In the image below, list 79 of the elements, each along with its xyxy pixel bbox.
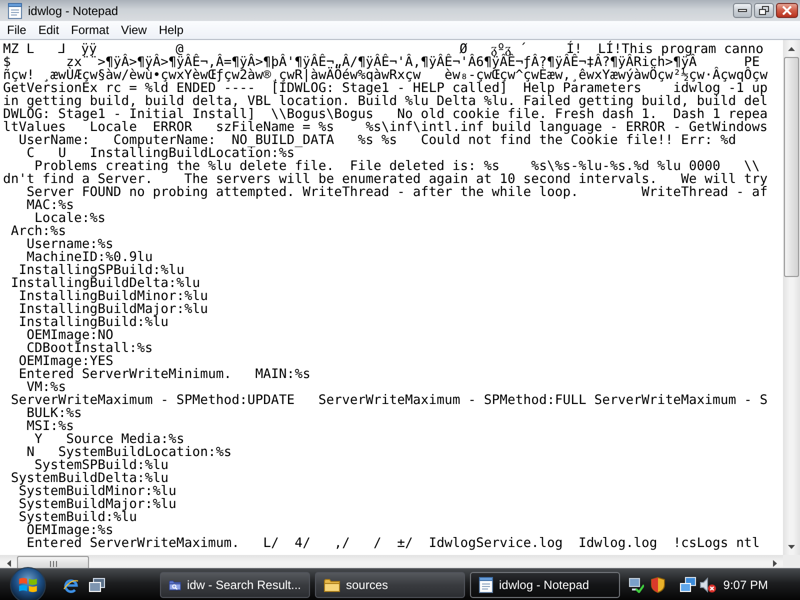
- text-line: MSI:%s: [26, 420, 74, 433]
- text-line: ltValues Locale ERROR szFileName = %s %s\inf\intl.inf build language - ERROR - GetWindows: [3, 121, 768, 134]
- start-button[interactable]: [10, 566, 46, 600]
- text-line: BULK:%s: [26, 407, 82, 420]
- text-line: GetVersionEx rc = %ld ENDED ---- [IDWLOG: Stage1 - HELP called] Help Parameters idwlog -1 up: [3, 82, 768, 95]
- taskbar-button[interactable]: idw - Search Result...: [160, 572, 310, 598]
- minimize-icon: [738, 9, 747, 12]
- text-line: VM:%s: [26, 381, 66, 394]
- scrollbar-thumb[interactable]: [17, 556, 89, 568]
- text-line: UserName: ComputerName: NO_BUILD_DATA %s %s Could not find the Cookie file!! Err: %d: [18, 134, 736, 147]
- notepad-icon: [479, 576, 493, 592]
- up-arrow-icon: [788, 46, 795, 50]
- tray-button[interactable]: [679, 576, 698, 594]
- text-line: ñçw! ¸æwÙÆçw§àw/èwù•çwxYèwŒƒçw2àw®¸çwR|àwÄÖéw%qàwRxçw èw₈-çwŒçw^çwÈæw,¸êwxYæwýàwÖçw²½çw·ÂçwqÔçw: [3, 69, 768, 82]
- text-line: dn't find a Server. The servers will be enumerated again at 10 second intervals. We will try: [3, 173, 768, 186]
- text-line: CDBootInstall:%s: [26, 342, 153, 355]
- menu-item[interactable]: File: [1, 22, 32, 38]
- taskbar-button[interactable]: sources: [315, 572, 465, 598]
- scrollbar-thumb[interactable]: [784, 57, 799, 277]
- tray-button[interactable]: [649, 576, 668, 594]
- speaker-muted-icon: [700, 576, 716, 592]
- minimize-button[interactable]: [733, 3, 752, 18]
- text-line: InstallingBuildMajor:%lu: [18, 303, 208, 316]
- text-line: Server FOUND no probing attempted. WriteThread - after the while loop. WriteThread - af: [26, 186, 768, 199]
- menu-item[interactable]: Edit: [32, 22, 66, 38]
- tray-button[interactable]: [627, 576, 646, 594]
- restore-icon: [759, 6, 769, 15]
- text-line: OEMImage:%s: [26, 524, 114, 537]
- network-computers-icon: [680, 576, 696, 592]
- window-title: idwlog - Notepad: [28, 4, 118, 18]
- menu-item[interactable]: Help: [152, 22, 190, 38]
- text-line: ServerWriteMaximum - SPMethod:UPDATE ServerWriteMaximum - SPMethod:FULL ServerWriteMaximum - S: [10, 394, 768, 407]
- taskbar-button[interactable]: idwlog - Notepad: [470, 572, 620, 598]
- text-line: InstallingSPBuild:%lu: [18, 264, 184, 277]
- text-line: MAC:%s: [26, 199, 74, 212]
- text-line: N SystemBuildLocation:%s: [26, 446, 232, 459]
- text-line: SystemBuildMajor:%lu: [18, 498, 176, 511]
- text-line: Y Source Media:%s: [34, 433, 184, 446]
- close-icon: [782, 6, 792, 15]
- windows-logo-icon: [19, 576, 37, 592]
- text-line: Locale:%s: [34, 212, 106, 225]
- menu-item[interactable]: View: [115, 22, 153, 38]
- text-line: SystemBuildDelta:%lu: [10, 472, 169, 485]
- text-line: Problems creating the %lu delete file. File deleted is: %s %s\%s-%lu-%s.%d %lu 0000 \\: [34, 160, 760, 173]
- quick-launch-button[interactable]: [88, 576, 106, 594]
- text-line: SystemSPBuild:%lu: [34, 459, 169, 472]
- down-arrow-icon: [788, 544, 795, 548]
- text-line: DWLOG: Stage1 - Initial Install] \\Bogus\Bogus No old cookie file. Fresh dash 1. Dash 1 repea: [3, 108, 768, 121]
- text-line: C U InstallingBuildLocation:%s: [26, 147, 295, 160]
- folder-icon: [324, 578, 340, 592]
- horizontal-scrollbar[interactable]: [0, 555, 800, 568]
- text-line: SystemBuild:%lu: [18, 511, 138, 524]
- search-folder-icon: [169, 578, 181, 592]
- left-arrow-icon: [6, 560, 10, 567]
- text-line: Username:%s: [26, 238, 114, 251]
- right-arrow-icon: [772, 560, 776, 567]
- text-line: MachineID:%0.9lu: [26, 251, 153, 264]
- text-line: Arch:%s: [10, 225, 66, 238]
- clock[interactable]: 9:07 PM: [723, 578, 768, 592]
- text-line: OEMImage:NO: [26, 329, 114, 342]
- text-line: SystemBuildMinor:%lu: [18, 485, 176, 498]
- text-line: InstallingBuildDelta:%lu: [10, 277, 200, 290]
- computer-check-icon: [628, 576, 644, 592]
- tray-button[interactable]: [699, 576, 718, 594]
- text-line: Entered ServerWriteMinimum. MAIN:%s: [18, 368, 310, 381]
- text-line: OEMImage:YES: [18, 355, 114, 368]
- letter-e-icon: [63, 576, 79, 592]
- scrollbar-corner: [783, 555, 800, 568]
- stacked-windows-icon: [89, 578, 105, 592]
- shield-icon: [651, 576, 666, 592]
- vertical-scrollbar[interactable]: [783, 40, 800, 555]
- text-line: InstallingBuild:%lu: [18, 316, 169, 329]
- text-line: InstallingBuildMinor:%lu: [18, 290, 208, 303]
- text-line: Entered ServerWriteMaximum. L/ 4/ ,/ / ±/ IdwlogService.log Idwlog.log !csLogs ntl: [26, 537, 760, 550]
- restore-button[interactable]: [754, 3, 774, 18]
- close-button[interactable]: [776, 3, 798, 18]
- text-line: in getting build, build delta, VBL location. Build %lu Delta %lu. Failed getting build, build del: [3, 95, 768, 108]
- menu-item[interactable]: Format: [65, 22, 116, 38]
- notepad-icon: [8, 2, 22, 18]
